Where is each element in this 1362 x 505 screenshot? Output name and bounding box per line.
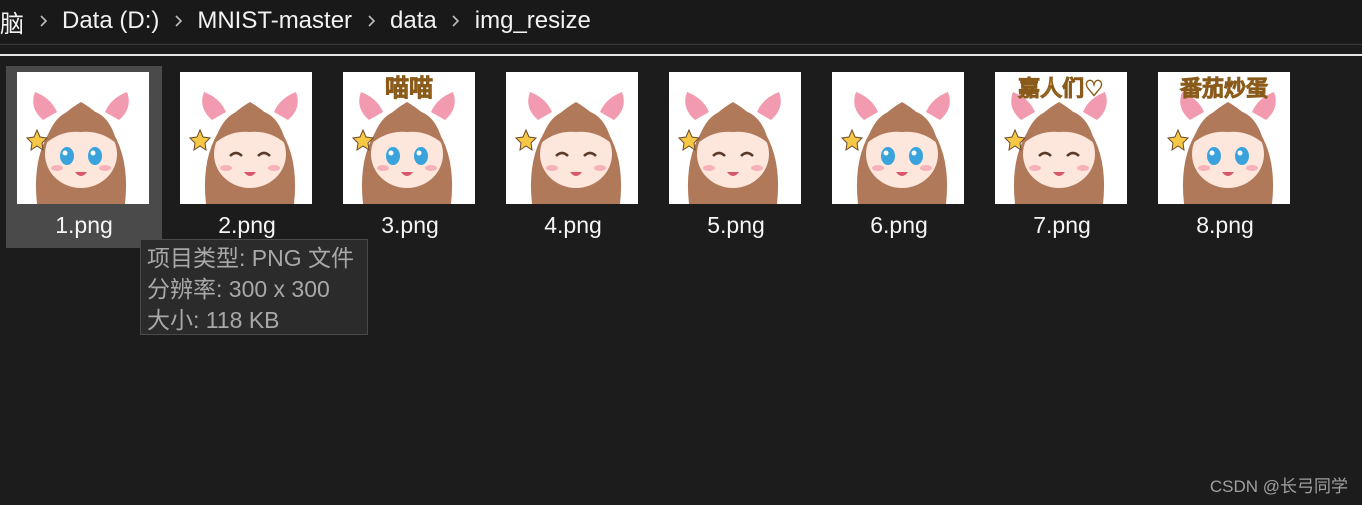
divider xyxy=(0,54,1362,56)
tooltip-size: 大小: 118 KB xyxy=(147,307,280,333)
tooltip-resolution: 分辨率: 300 x 300 xyxy=(147,276,330,302)
divider xyxy=(0,44,1362,45)
file-tooltip: 项目类型: PNG 文件 分辨率: 300 x 300 大小: 118 KB xyxy=(140,239,368,335)
file-item[interactable]: 番茄炒蛋 8.png xyxy=(1147,66,1303,248)
image-thumbnail[interactable] xyxy=(506,72,638,204)
sticker-illustration xyxy=(25,92,129,204)
breadcrumb-item-drive[interactable]: Data (D:) xyxy=(58,7,163,35)
file-name[interactable]: 8.png xyxy=(1147,212,1303,239)
sticker-illustration xyxy=(840,92,950,204)
image-thumbnail[interactable]: 番茄炒蛋 xyxy=(1158,72,1290,204)
file-name[interactable]: 2.png xyxy=(169,212,325,239)
file-name[interactable]: 6.png xyxy=(821,212,977,239)
sticker-illustration: 嘉人们♡ xyxy=(1003,77,1107,204)
file-grid: 1.png 2.png 喵喵 3.png 4.png 5.png 6.png 嘉… xyxy=(0,64,1362,264)
file-name[interactable]: 3.png xyxy=(332,212,488,239)
file-item[interactable]: 6.png xyxy=(821,66,977,248)
file-item[interactable]: 嘉人们♡ 7.png xyxy=(984,66,1140,248)
sticker-caption: 嘉人们♡ xyxy=(1018,77,1104,102)
sticker-illustration xyxy=(514,92,624,204)
sticker-illustration: 番茄炒蛋 xyxy=(1166,77,1276,204)
tooltip-type: 项目类型: PNG 文件 xyxy=(147,245,355,271)
sticker-illustration xyxy=(188,92,298,204)
file-item[interactable]: 4.png xyxy=(495,66,651,248)
chevron-right-icon[interactable] xyxy=(163,0,193,42)
sticker-illustration xyxy=(677,92,781,204)
file-name[interactable]: 4.png xyxy=(495,212,651,239)
file-item[interactable]: 1.png xyxy=(6,66,162,248)
file-name[interactable]: 1.png xyxy=(6,212,162,239)
breadcrumb-item-mnist-master[interactable]: MNIST-master xyxy=(193,7,356,35)
file-name[interactable]: 7.png xyxy=(984,212,1140,239)
sticker-caption: 喵喵 xyxy=(385,74,433,102)
file-item[interactable]: 喵喵 3.png xyxy=(332,66,488,248)
file-item[interactable]: 5.png xyxy=(658,66,814,248)
image-thumbnail[interactable] xyxy=(832,72,964,204)
breadcrumb: 脑 Data (D:) MNIST-master data img_resize xyxy=(0,0,1362,42)
image-thumbnail[interactable] xyxy=(180,72,312,204)
image-thumbnail[interactable] xyxy=(17,72,149,204)
sticker-illustration: 喵喵 xyxy=(351,74,455,204)
chevron-right-icon[interactable] xyxy=(441,0,471,42)
image-thumbnail[interactable] xyxy=(669,72,801,204)
file-name[interactable]: 5.png xyxy=(658,212,814,239)
breadcrumb-item-computer[interactable]: 脑 xyxy=(0,4,28,39)
chevron-right-icon[interactable] xyxy=(28,0,58,42)
file-item[interactable]: 2.png xyxy=(169,66,325,248)
watermark: CSDN @长弓同学 xyxy=(1209,477,1348,496)
image-thumbnail[interactable]: 嘉人们♡ xyxy=(995,72,1127,204)
chevron-right-icon[interactable] xyxy=(356,0,386,42)
breadcrumb-item-img-resize[interactable]: img_resize xyxy=(471,7,595,35)
sticker-caption: 番茄炒蛋 xyxy=(1179,77,1268,102)
breadcrumb-item-data[interactable]: data xyxy=(386,7,441,35)
image-thumbnail[interactable]: 喵喵 xyxy=(343,72,475,204)
